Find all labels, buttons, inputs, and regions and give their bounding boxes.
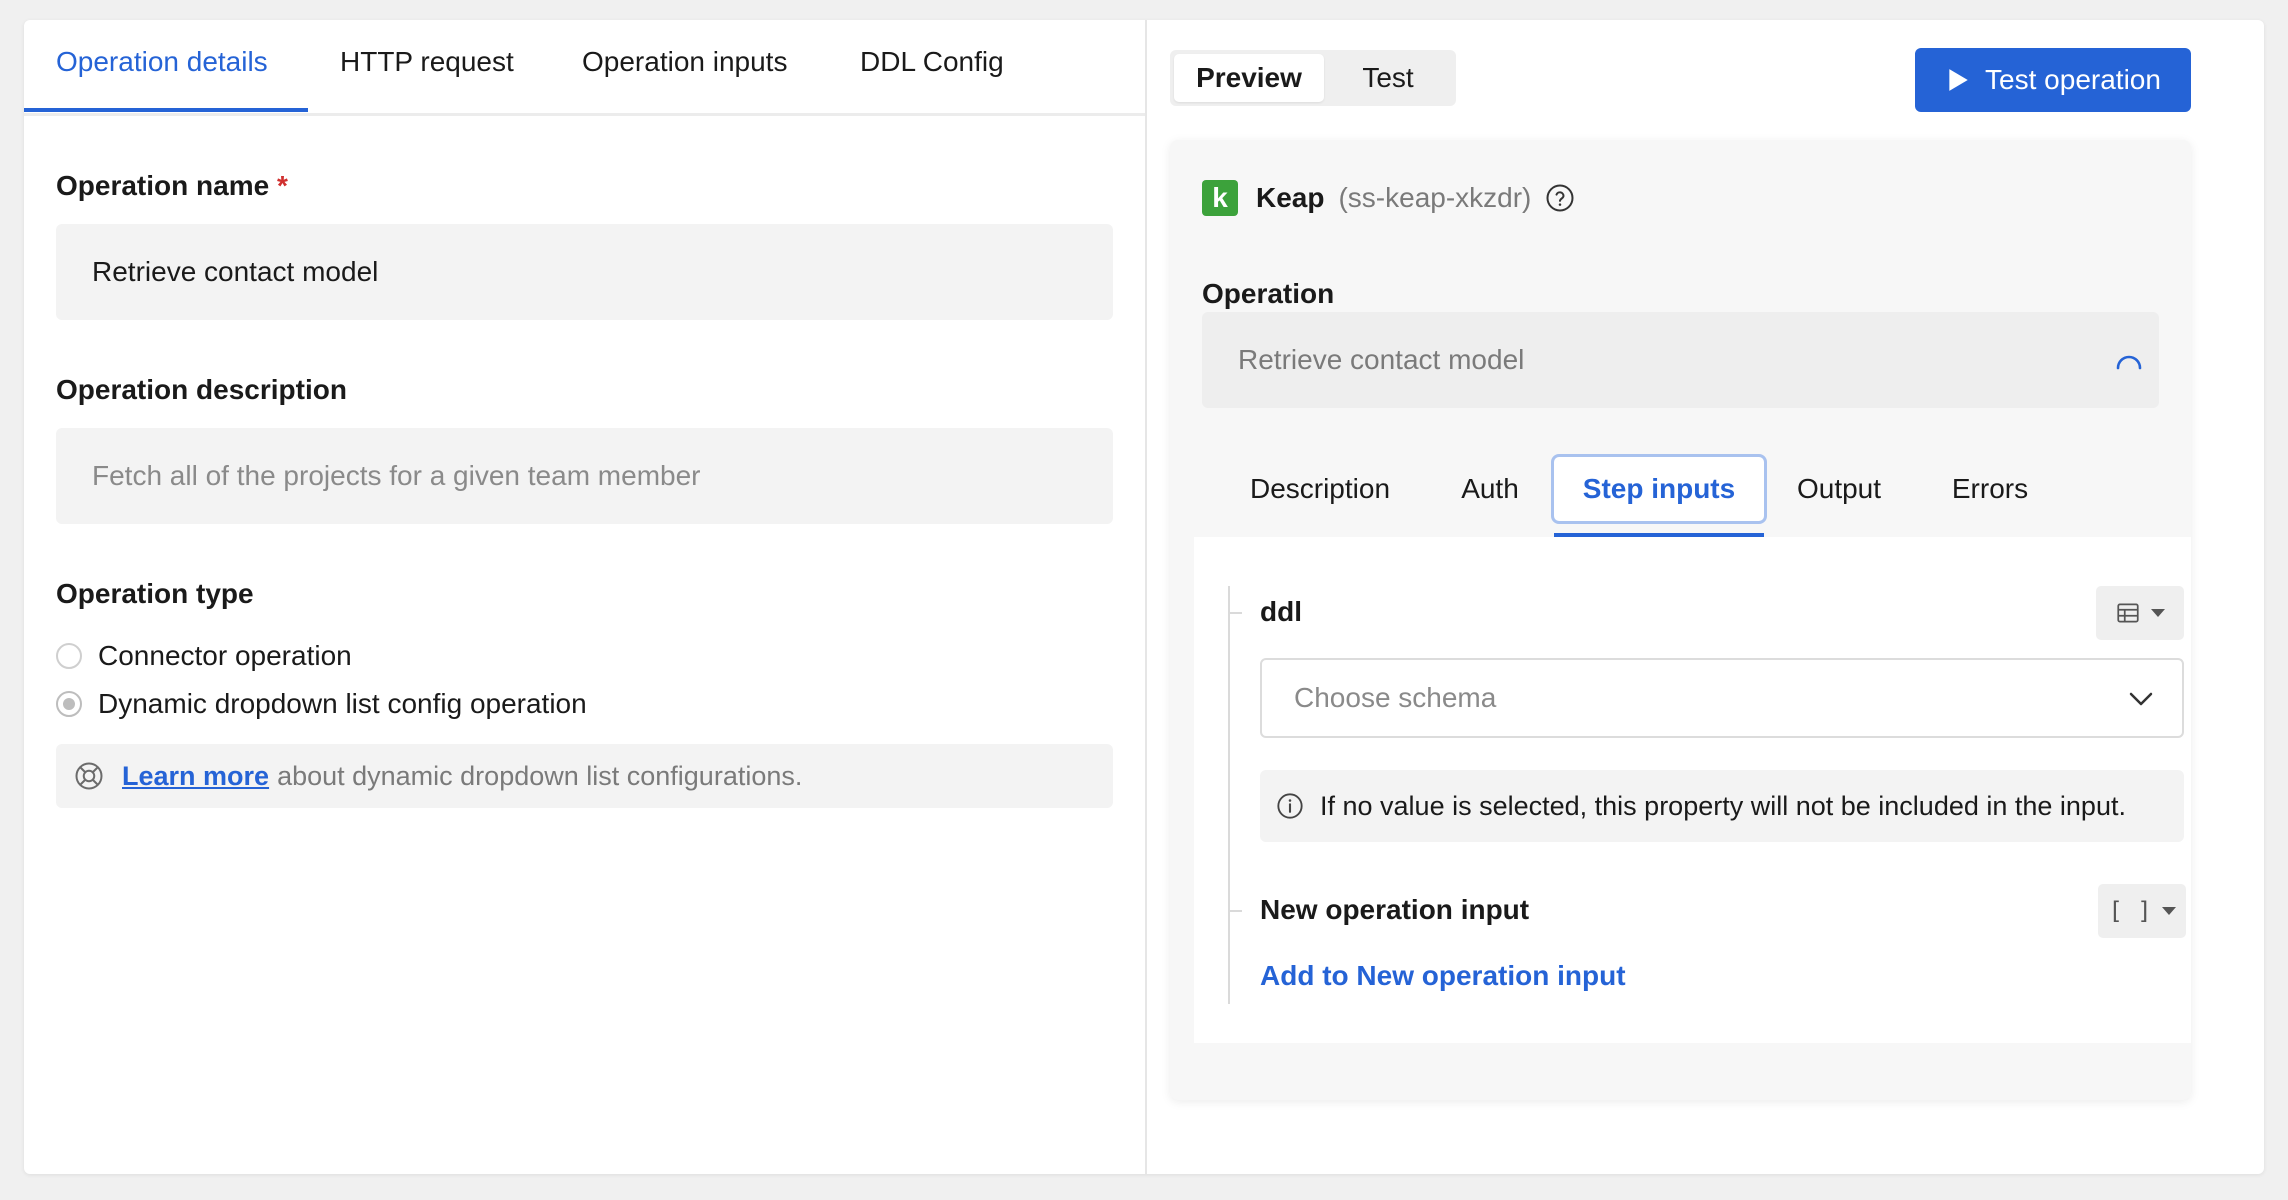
radio-label: Dynamic dropdown list config operation: [98, 688, 587, 719]
chevron-down-icon: [2129, 692, 2153, 706]
radio-connector-operation[interactable]: Connector operation: [56, 636, 352, 676]
learn-more-link[interactable]: Learn more: [122, 761, 269, 792]
connector-header: k Keap (ss-keap-xkzdr): [1202, 178, 1575, 218]
tab-auth[interactable]: Auth: [1440, 454, 1540, 524]
operation-label: Operation: [1202, 278, 1335, 309]
caret-down-icon: [2161, 907, 2176, 915]
add-to-input-link[interactable]: Add to New operation input: [1260, 960, 1626, 992]
operation-type-label: Operation type: [56, 578, 254, 609]
test-operation-label: Test operation: [1985, 64, 2161, 95]
tree-line: [1228, 586, 1230, 1004]
input-name-ddl: ddl: [1260, 596, 1302, 627]
connector-id: (ss-keap-xkzdr): [1338, 182, 1532, 213]
play-icon: [1949, 69, 1968, 91]
input-type-table-button[interactable]: [2096, 586, 2184, 640]
tab-description[interactable]: Description: [1230, 454, 1410, 524]
input-type-array-button[interactable]: [ ]: [2098, 884, 2186, 938]
tree-branch: [1228, 612, 1242, 614]
tab-operation-inputs[interactable]: Operation inputs: [582, 46, 787, 78]
operation-select[interactable]: Retrieve contact model: [1202, 312, 2159, 408]
radio-button-checked[interactable]: [56, 691, 82, 717]
radio-button[interactable]: [56, 643, 82, 669]
tab-operation-details[interactable]: Operation details: [56, 46, 268, 78]
tab-errors[interactable]: Errors: [1940, 454, 2040, 524]
operation-name-label: Operation name *: [56, 170, 288, 202]
keap-logo: k: [1202, 180, 1238, 216]
tab-http-request[interactable]: HTTP request: [340, 46, 514, 78]
schema-select[interactable]: Choose schema: [1260, 658, 2184, 738]
info-text: If no value is selected, this property w…: [1320, 790, 2126, 821]
array-icon: [ ]: [2108, 897, 2152, 925]
preview-test-toggle: Preview Test: [1170, 50, 1456, 106]
operation-description-label: Operation description: [56, 374, 347, 405]
hint-text: about dynamic dropdown list configuratio…: [277, 760, 803, 791]
info-icon: [1277, 793, 1303, 819]
panel-divider: [1145, 20, 1147, 1174]
active-tab-indicator: [24, 108, 308, 112]
operation-select-value: Retrieve contact model: [1238, 344, 1525, 375]
test-operation-button[interactable]: Test operation: [1915, 48, 2191, 112]
operation-description-input[interactable]: Fetch all of the projects for a given te…: [56, 428, 1113, 524]
info-message: If no value is selected, this property w…: [1260, 770, 2184, 842]
schema-select-placeholder: Choose schema: [1294, 682, 1497, 713]
learn-more-hint: Learn more about dynamic dropdown list c…: [56, 744, 1113, 808]
help-icon[interactable]: [1545, 183, 1575, 213]
lifebuoy-icon: [75, 762, 103, 790]
operation-name-input[interactable]: Retrieve contact model: [56, 224, 1113, 320]
required-marker: *: [276, 170, 288, 201]
radio-label: Connector operation: [98, 640, 352, 671]
left-tab-bar: Operation details HTTP request Operation…: [24, 20, 1145, 116]
preview-toggle-button[interactable]: Preview: [1174, 54, 1324, 102]
radio-ddl-config-operation[interactable]: Dynamic dropdown list config operation: [56, 684, 587, 724]
caret-down-icon: [2151, 609, 2165, 617]
operation-name-label-text: Operation name: [56, 170, 270, 201]
tab-step-inputs[interactable]: Step inputs: [1551, 454, 1767, 524]
table-icon: [2117, 603, 2139, 623]
loading-spinner-icon: [2116, 355, 2142, 370]
connector-name: Keap: [1256, 182, 1325, 213]
input-name-new-operation-input: New operation input: [1260, 894, 1530, 925]
tab-ddl-config[interactable]: DDL Config: [860, 46, 1004, 78]
tree-branch: [1228, 910, 1242, 912]
test-toggle-button[interactable]: Test: [1324, 54, 1452, 102]
tab-output[interactable]: Output: [1784, 454, 1894, 524]
